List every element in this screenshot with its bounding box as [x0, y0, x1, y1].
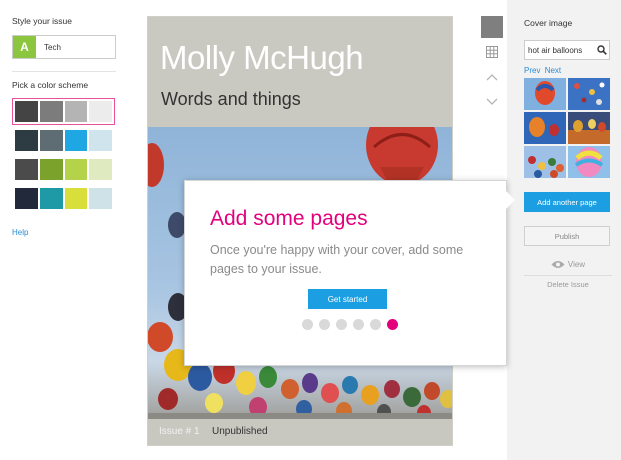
image-results [524, 78, 610, 178]
color-swatch [39, 188, 63, 209]
eye-icon [551, 261, 565, 268]
image-thumbnail[interactable] [568, 146, 610, 178]
get-started-button[interactable]: Get started [308, 289, 387, 309]
issue-editor: Style your issue A Tech Pick a color sch… [0, 0, 621, 460]
style-badge: A [13, 36, 36, 58]
cover-header: Molly McHugh Words and things [148, 17, 452, 127]
color-swatch [89, 159, 112, 180]
color-swatch [15, 101, 38, 122]
image-thumbnail[interactable] [524, 146, 566, 178]
help-link[interactable]: Help [12, 228, 116, 237]
cover-subtitle[interactable]: Words and things [161, 89, 301, 110]
image-thumbnail[interactable] [524, 112, 566, 144]
color-swatch [64, 130, 88, 151]
image-thumbnail[interactable] [568, 78, 610, 110]
color-swatch [39, 101, 63, 122]
search-icon[interactable] [595, 43, 609, 57]
color-swatch [89, 188, 112, 209]
color-scheme-option[interactable] [12, 98, 115, 125]
image-thumbnail[interactable] [524, 78, 566, 110]
page-controls [481, 16, 503, 116]
color-swatch [15, 130, 38, 151]
color-scheme-option[interactable] [12, 185, 115, 212]
step-dot[interactable] [319, 319, 330, 330]
chevron-down-icon[interactable] [481, 91, 503, 113]
onboarding-popover: Add some pages Once you're happy with yo… [184, 180, 515, 366]
image-pager: Prev Next [524, 66, 612, 75]
view-link[interactable]: View [524, 260, 612, 269]
grid-icon[interactable] [481, 41, 503, 63]
add-page-button[interactable]: Add another page [524, 192, 610, 212]
color-swatch [89, 130, 112, 151]
color-swatch [39, 159, 63, 180]
issue-number: Issue # 1 [159, 426, 200, 437]
color-swatch [64, 159, 88, 180]
popover-arrow [506, 191, 515, 209]
style-name: Tech [44, 42, 61, 52]
color-swatch [89, 101, 112, 122]
cover-footer: Issue # 1 Unpublished [148, 419, 452, 445]
image-search [524, 40, 610, 60]
step-dot[interactable] [387, 319, 398, 330]
color-swatch [64, 188, 88, 209]
right-panel: Cover image Prev Next [524, 18, 612, 289]
popover-title: Add some pages [210, 207, 368, 230]
step-dot[interactable] [370, 319, 381, 330]
image-search-input[interactable] [525, 45, 595, 55]
color-swatch [15, 159, 38, 180]
cover-image-label: Cover image [524, 18, 573, 28]
style-label: Style your issue [12, 16, 72, 26]
style-selector[interactable]: A Tech [12, 35, 116, 59]
delete-issue-link[interactable]: Delete Issue [524, 280, 612, 289]
page-thumbnail[interactable] [481, 16, 503, 38]
step-dot[interactable] [336, 319, 347, 330]
color-scheme-option[interactable] [12, 127, 115, 154]
publish-status: Unpublished [212, 426, 268, 437]
view-label: View [567, 260, 586, 269]
step-indicator [302, 319, 404, 330]
step-dot[interactable] [302, 319, 313, 330]
divider [12, 71, 116, 72]
cover-title[interactable]: Molly McHugh [160, 39, 364, 77]
color-swatch [64, 101, 88, 122]
chevron-up-icon[interactable] [481, 66, 503, 88]
prev-link[interactable]: Prev [524, 66, 540, 75]
publish-button[interactable]: Publish [524, 226, 610, 246]
divider [524, 275, 612, 276]
color-swatch [15, 188, 38, 209]
step-dot[interactable] [353, 319, 364, 330]
left-sidebar: Style your issue A Tech Pick a color sch… [12, 16, 116, 237]
next-link[interactable]: Next [545, 66, 561, 75]
color-swatch [39, 130, 63, 151]
image-thumbnail[interactable] [568, 112, 610, 144]
color-scheme-option[interactable] [12, 156, 115, 183]
popover-text: Once you're happy with your cover, add s… [210, 243, 464, 276]
scheme-label: Pick a color scheme [12, 80, 89, 90]
color-scheme-list [12, 98, 116, 212]
